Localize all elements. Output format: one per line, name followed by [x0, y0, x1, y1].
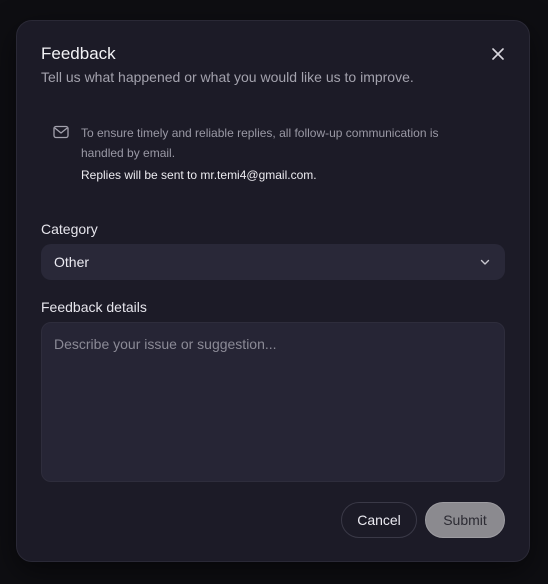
feedback-details-label: Feedback details	[41, 299, 147, 315]
email-notice-text: To ensure timely and reliable replies, a…	[81, 126, 439, 160]
dialog-title: Feedback	[41, 44, 116, 63]
feedback-details-input[interactable]	[41, 322, 505, 482]
chevron-down-icon	[480, 259, 490, 265]
dialog-subtitle: Tell us what happened or what you would …	[41, 69, 414, 85]
close-icon	[492, 48, 504, 60]
cancel-button[interactable]: Cancel	[341, 502, 417, 538]
category-select[interactable]: Other	[41, 244, 505, 280]
submit-button[interactable]: Submit	[425, 502, 505, 538]
close-button[interactable]	[487, 43, 509, 65]
feedback-dialog: Feedback Tell us what happened or what y…	[16, 20, 530, 562]
mail-icon	[53, 125, 69, 139]
category-label: Category	[41, 221, 98, 237]
category-selected-value: Other	[54, 254, 90, 270]
reply-email-text: Replies will be sent to mr.temi4@gmail.c…	[81, 168, 317, 182]
